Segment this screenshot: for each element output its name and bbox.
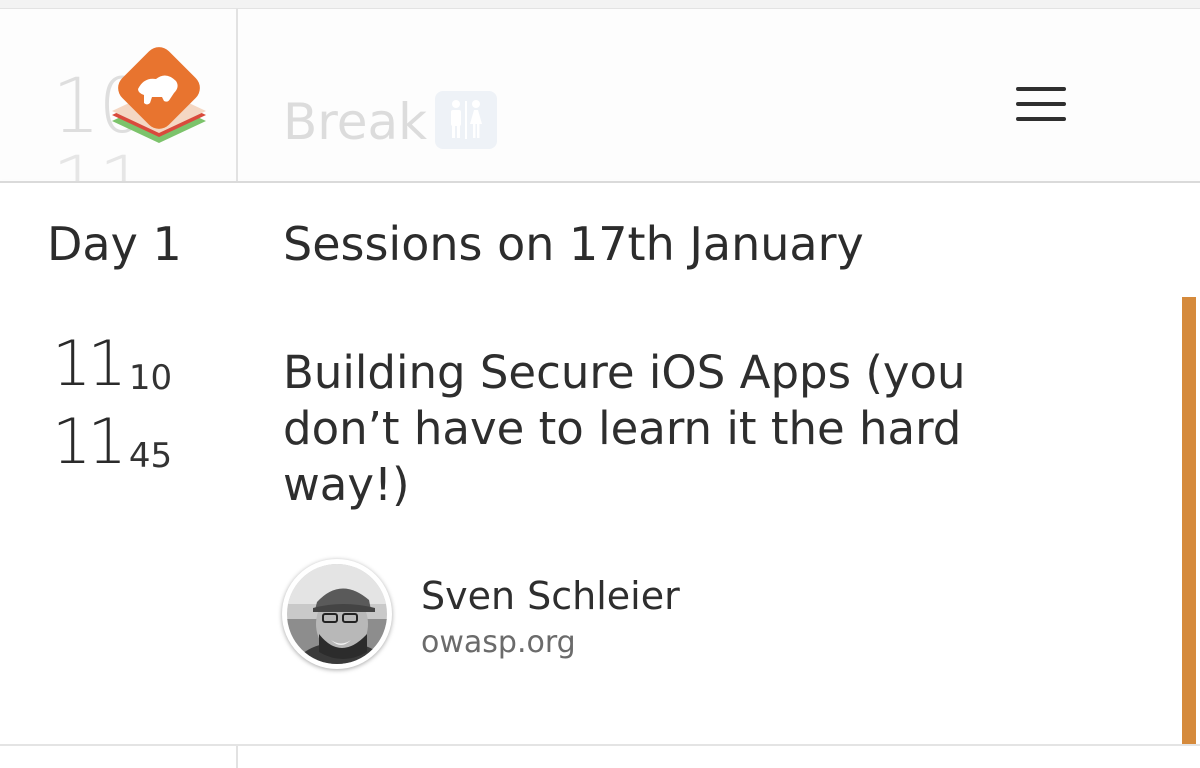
app-header: 10 11 Break	[0, 9, 1200, 181]
schedule-page: 10 11 Break	[0, 0, 1200, 768]
start-hour: 11	[52, 327, 127, 400]
sessions-date-label: Sessions on 17th January	[283, 217, 864, 271]
speaker-avatar[interactable]	[282, 559, 392, 669]
browser-top-edge	[0, 0, 1200, 9]
next-session-divider	[0, 744, 1200, 746]
stacked-logo-icon[interactable]	[104, 45, 214, 155]
end-minute: 45	[128, 436, 173, 476]
end-hour: 11	[52, 405, 127, 478]
session-start-time: 11 10	[52, 327, 172, 400]
restroom-icon	[435, 91, 497, 149]
session-title[interactable]: Building Secure iOS Apps (you don’t have…	[283, 345, 1063, 513]
faded-session-title: Break	[283, 93, 428, 151]
session-accent-bar	[1182, 297, 1196, 745]
speaker-photo	[287, 564, 387, 664]
day-label: Day 1	[47, 217, 182, 271]
day-header: Day 1 Sessions on 17th January	[0, 181, 1200, 301]
speaker-name[interactable]: Sven Schleier	[421, 574, 680, 618]
start-minute: 10	[128, 358, 173, 398]
hamburger-menu-icon[interactable]	[1010, 81, 1072, 131]
speaker-organization: owasp.org	[421, 625, 576, 660]
session-end-time: 11 45	[52, 405, 172, 478]
session-card[interactable]: 11 10 11 45 Building Secure iOS Apps (you …	[0, 297, 1200, 745]
